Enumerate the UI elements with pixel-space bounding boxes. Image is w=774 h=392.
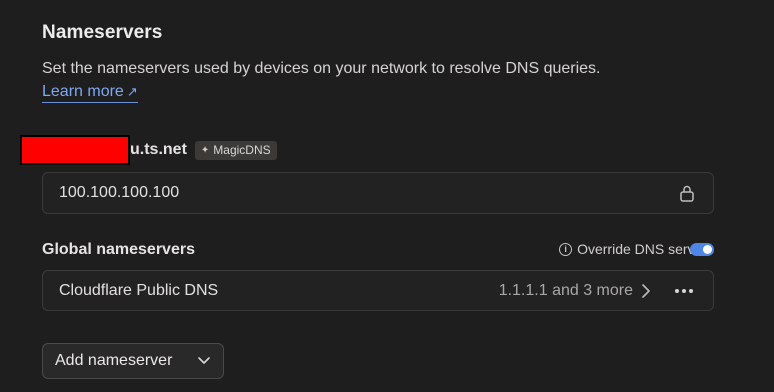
tailnet-domain: u.ts.net	[130, 141, 187, 158]
nameserver-name: Cloudflare Public DNS	[59, 281, 219, 299]
nameserver-summary: 1.1.1.1 and 3 more	[498, 281, 633, 299]
add-nameserver-button[interactable]: Add nameserver	[42, 343, 224, 379]
section-description: Set the nameservers used by devices on y…	[42, 60, 601, 77]
chevron-down-icon	[198, 357, 210, 364]
dns-nameservers-panel: Nameservers Set the nameservers used by …	[0, 0, 774, 392]
tailnet-header: u.ts.net ✦ MagicDNS	[20, 135, 277, 165]
chevron-right-icon[interactable]	[641, 283, 651, 298]
toggle-knob	[703, 245, 712, 254]
sparkle-icon: ✦	[200, 144, 210, 156]
info-icon[interactable]: i	[559, 242, 573, 256]
learn-more-label: Learn more	[42, 83, 124, 100]
global-nameservers-label: Global nameservers	[42, 241, 195, 258]
magicdns-badge-label: MagicDNS	[213, 143, 271, 157]
lock-icon	[680, 185, 694, 202]
redacted-tailnet-prefix	[20, 135, 130, 165]
external-arrow-icon: ↗	[126, 84, 138, 99]
section-title: Nameservers	[42, 22, 163, 43]
magicdns-nameserver-value: 100.100.100.100	[59, 184, 180, 201]
add-nameserver-label: Add nameserver	[55, 352, 173, 369]
nameserver-row[interactable]: Cloudflare Public DNS 1.1.1.1 and 3 more	[42, 270, 714, 311]
override-dns-toggle[interactable]	[690, 243, 714, 256]
more-options-icon[interactable]	[675, 288, 693, 293]
magicdns-badge: ✦ MagicDNS	[194, 140, 277, 160]
magicdns-nameserver-field: 100.100.100.100	[42, 172, 714, 214]
learn-more-link[interactable]: Learn more ↗	[42, 83, 138, 103]
